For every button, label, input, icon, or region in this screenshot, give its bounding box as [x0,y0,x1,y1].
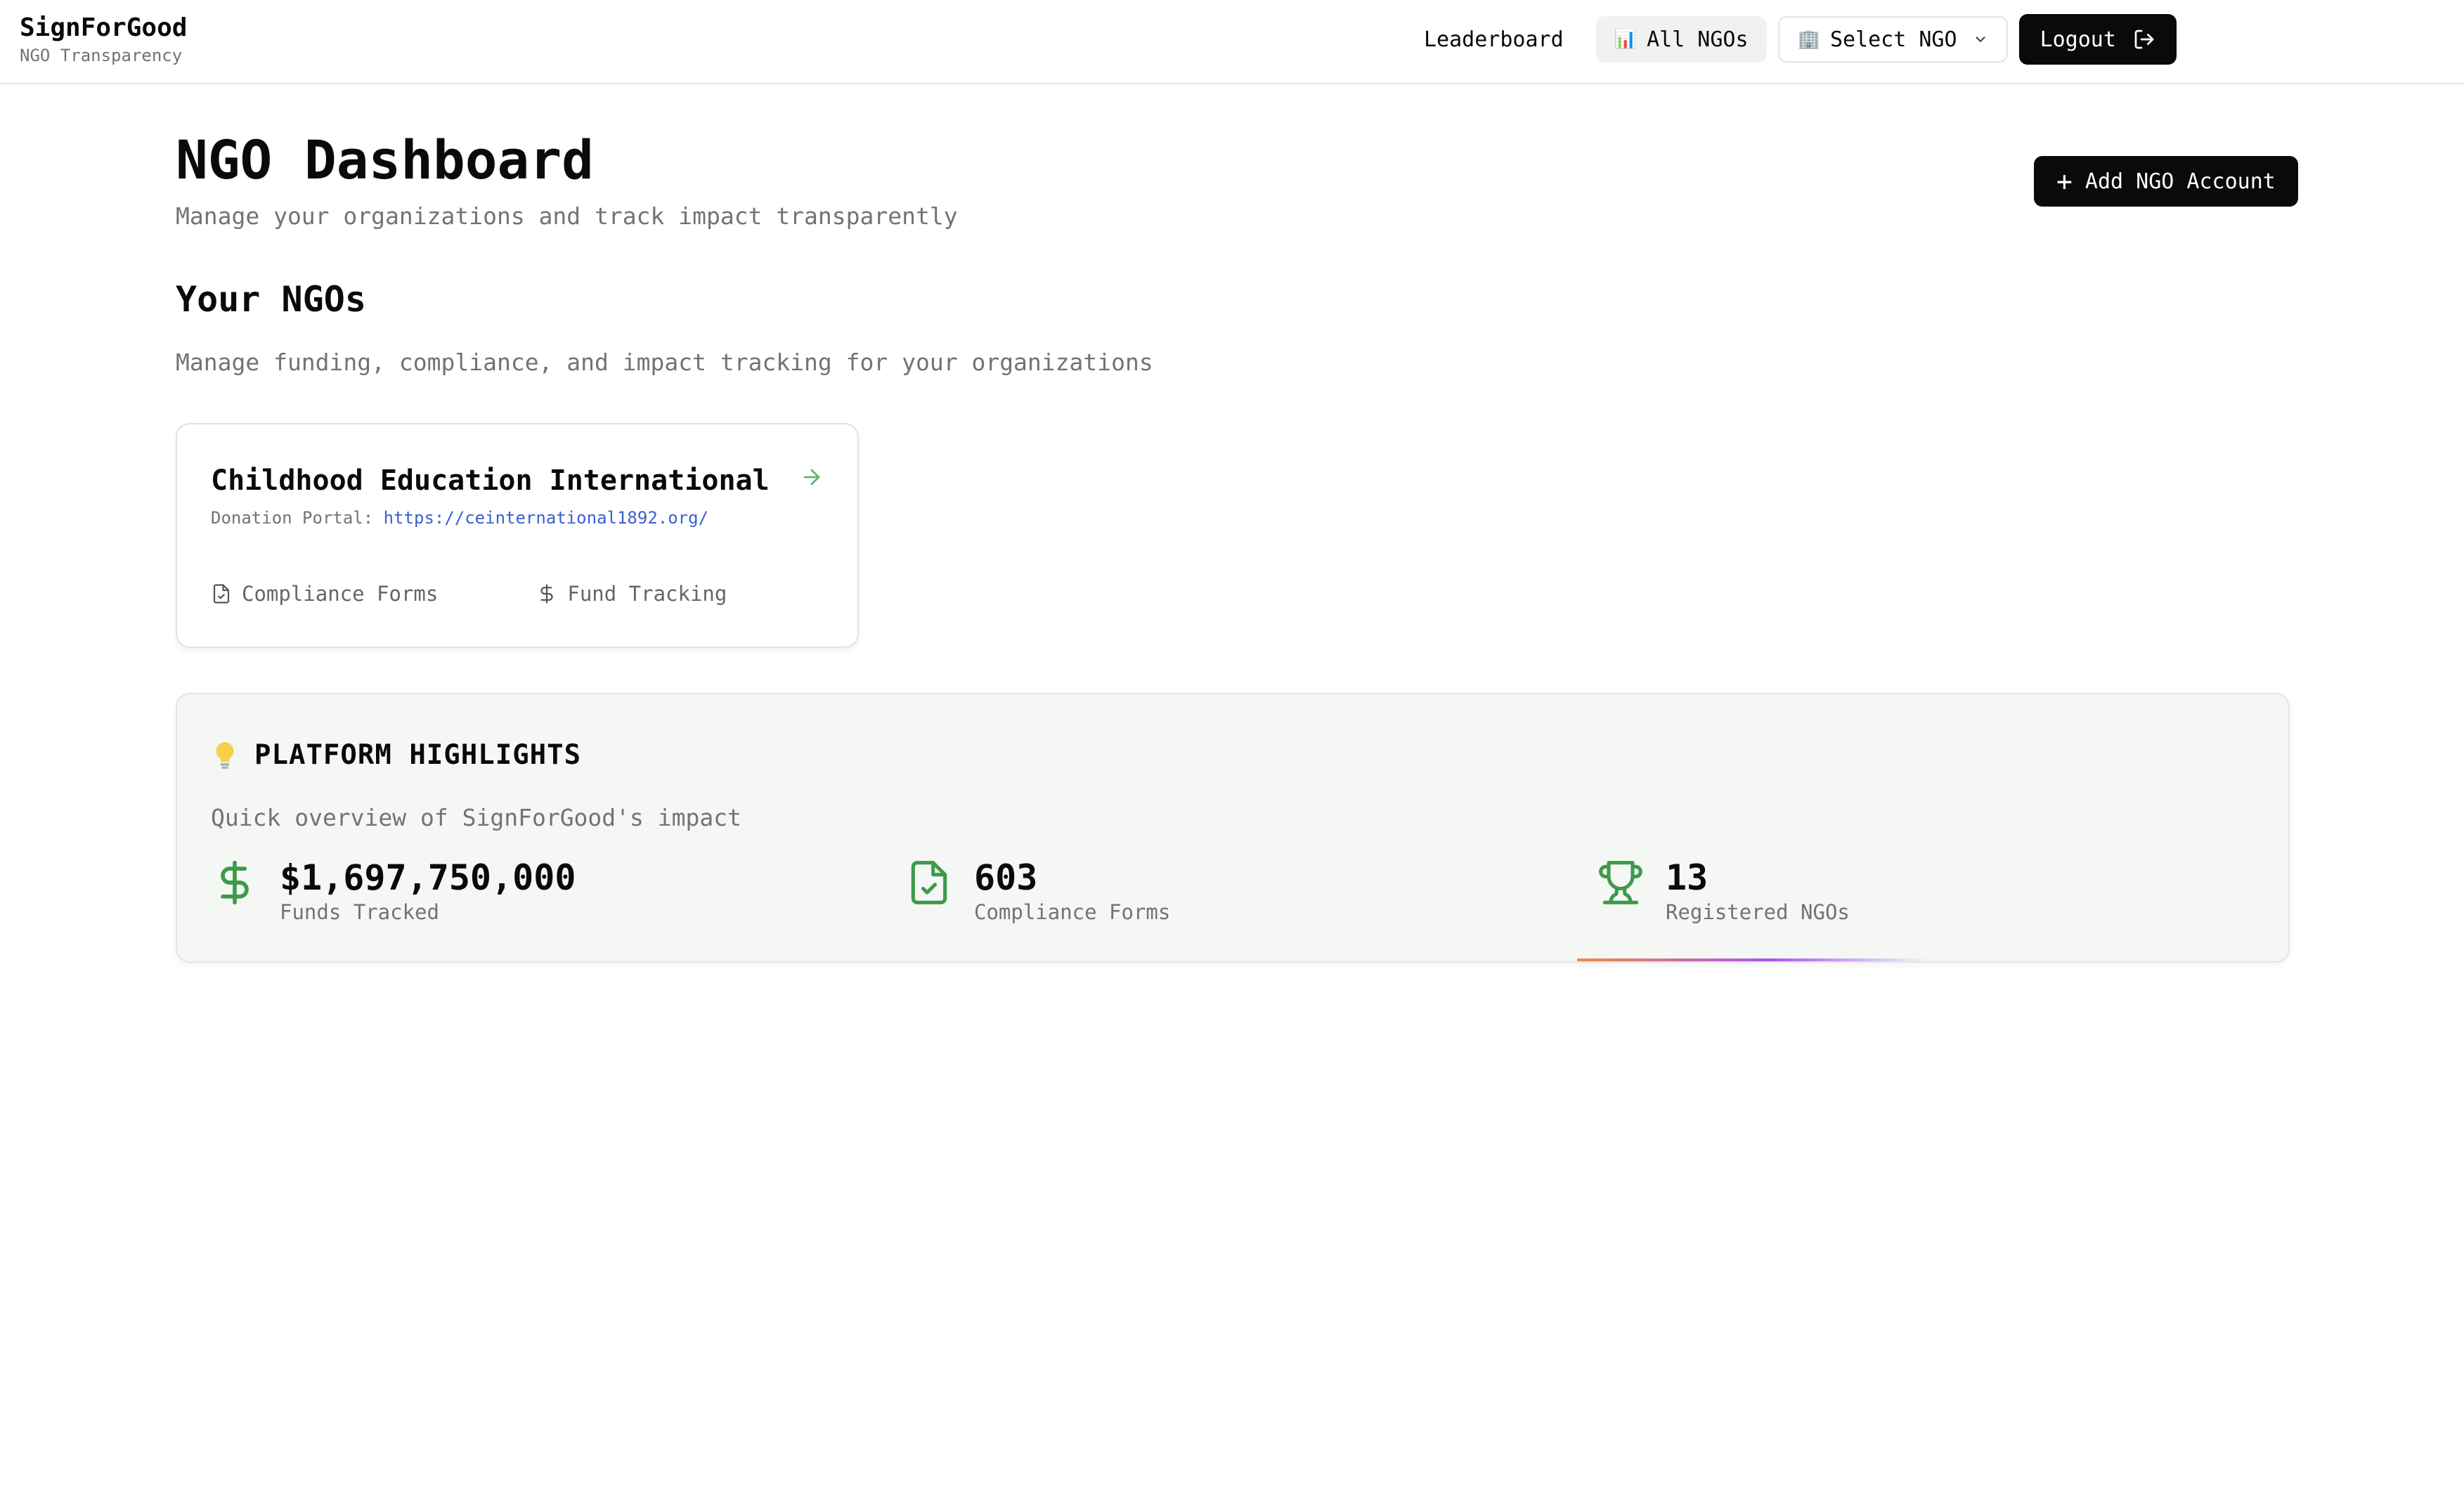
trophy-icon [1599,861,1642,904]
lightbulb-icon [216,741,234,769]
logout-label: Logout [2040,27,2116,52]
select-ngo-label: Select NGO [1829,27,1957,52]
ngo-name: Childhood Education International [211,464,770,497]
stat-value: $1,697,750,000 [280,857,576,898]
brand-title: SignForGood [20,13,188,42]
chevron-down-icon [1975,37,1985,42]
gradient-accent-line [1577,958,1928,961]
stat-label: Registered NGOs [1666,900,1850,924]
top-navbar: SignForGood NGO Transparency Leaderboard… [0,0,2464,84]
logout-icon [2134,30,2154,49]
plus-icon: + [2056,166,2073,197]
arrow-right-icon[interactable] [800,465,824,489]
stat-funds-tracked: $1,697,750,000 Funds Tracked [211,856,576,925]
compliance-forms-label: Compliance Forms [242,582,439,606]
brand[interactable]: SignForGood NGO Transparency [20,13,187,67]
all-ngos-button[interactable]: 📊 All NGOs [1595,16,1767,63]
section-title: Your NGOs [176,279,366,320]
add-ngo-account-button[interactable]: + Add NGO Account [2034,156,2298,207]
page-title: NGO Dashboard [176,129,594,191]
building-icon: 🏢 [1797,29,1820,50]
chart-icon: 📊 [1614,29,1638,50]
dollar-icon [221,860,249,905]
file-check-icon [911,861,947,904]
leaderboard-link[interactable]: Leaderboard [1399,16,1589,63]
portal-link[interactable]: https://ceinternational1892.org/ [384,508,708,528]
highlights-title: PLATFORM HIGHLIGHTS [254,739,582,771]
stat-label: Funds Tracked [280,900,439,924]
stat-registered-ngos: 13 Registered NGOs [1597,856,1850,925]
page-subtitle: Manage your organizations and track impa… [176,202,958,230]
add-ngo-label: Add NGO Account [2084,169,2276,194]
fund-tracking-label: Fund Tracking [567,582,727,606]
all-ngos-label: All NGOs [1647,27,1749,52]
card-actions: Compliance Forms Fund Tracking [211,582,727,606]
donation-portal: Donation Portal: https://ceinternational… [211,506,708,530]
stat-value: 603 [974,857,1038,898]
highlights-subtitle: Quick overview of SignForGood's impact [211,804,741,831]
stat-compliance-forms: 603 Compliance Forms [905,856,1170,925]
section-subtitle: Manage funding, compliance, and impact t… [176,349,1153,376]
platform-highlights: PLATFORM HIGHLIGHTS Quick overview of Si… [176,693,2290,963]
stat-value: 13 [1666,857,1708,898]
highlights-header: PLATFORM HIGHLIGHTS [211,739,581,771]
portal-label: Donation Portal: [211,508,374,528]
file-check-icon [213,584,230,604]
ngo-card[interactable]: Childhood Education International Donati… [176,423,859,648]
select-ngo-dropdown[interactable]: 🏢 Select NGO [1777,16,2008,63]
stat-label: Compliance Forms [974,900,1171,924]
dollar-icon [540,584,553,604]
compliance-forms-link[interactable]: Compliance Forms [211,582,438,606]
nav-actions: Leaderboard 📊 All NGOs 🏢 Select NGO Logo… [1399,14,2177,65]
logout-button[interactable]: Logout [2018,14,2177,65]
brand-subtitle: NGO Transparency [20,46,183,65]
fund-tracking-link[interactable]: Fund Tracking [536,582,727,606]
